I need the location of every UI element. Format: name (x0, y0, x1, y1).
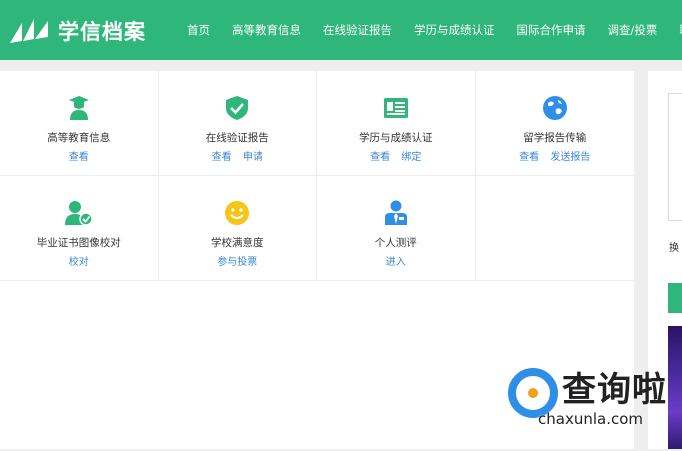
service-title: 高等教育信息 (47, 132, 111, 144)
service-title: 在线验证报告 (205, 132, 269, 144)
service-certification[interactable]: 学历与成绩认证 查看 绑定 (317, 71, 476, 176)
bind-link[interactable]: 绑定 (401, 152, 421, 163)
nav-career[interactable]: 职业 (668, 22, 682, 38)
proofread-link[interactable]: 校对 (69, 257, 89, 268)
nav-certification[interactable]: 学历与成绩认证 (403, 22, 506, 38)
nav-international[interactable]: 国际合作申请 (506, 22, 597, 38)
service-higher-education[interactable]: 高等教育信息 查看 (0, 71, 159, 176)
service-title: 个人测评 (374, 237, 417, 249)
side-green-button[interactable] (668, 283, 682, 313)
side-text[interactable]: 换 (669, 239, 679, 254)
apply-link[interactable]: 申请 (243, 152, 263, 163)
view-link[interactable]: 查看 (370, 152, 390, 163)
side-frame (668, 93, 682, 221)
watermark-title: 查询啦 (562, 370, 667, 410)
grid-row: 毕业证书图像校对 校对 学校满意度 参与投票 个人测评 进入 (0, 176, 634, 281)
watermark: 查询啦 chaxunla.com (508, 362, 682, 432)
enter-link[interactable]: 进入 (386, 257, 406, 268)
main-nav: 首页 高等教育信息 在线验证报告 学历与成绩认证 国际合作申请 调查/投票 职业 (176, 0, 682, 60)
logo[interactable]: 学信档案 (8, 16, 146, 46)
logo-book-icon (10, 19, 48, 43)
shield-check-icon (222, 93, 252, 123)
service-personal-assessment[interactable]: 个人测评 进入 (317, 176, 476, 281)
smiley-icon (222, 198, 252, 228)
service-diploma-image-check[interactable]: 毕业证书图像校对 校对 (0, 176, 159, 281)
graduate-icon (64, 93, 94, 123)
service-online-verification[interactable]: 在线验证报告 查看 申请 (159, 71, 317, 176)
nav-survey[interactable]: 调查/投票 (597, 22, 669, 38)
grid-row: 高等教育信息 查看 在线验证报告 查看 申请 学历与成绩认证 查看 绑定 留学报… (0, 71, 634, 176)
view-link[interactable]: 查看 (69, 152, 89, 163)
send-report-link[interactable]: 发送报告 (550, 152, 590, 163)
service-title: 学校满意度 (211, 237, 264, 249)
user-check-icon (64, 198, 94, 228)
top-header: 学信档案 首页 高等教育信息 在线验证报告 学历与成绩认证 国际合作申请 调查/… (0, 0, 682, 60)
globe-icon (540, 93, 570, 123)
service-study-abroad-report[interactable]: 留学报告传输 查看 发送报告 (476, 71, 635, 176)
nav-higher-education[interactable]: 高等教育信息 (221, 22, 312, 38)
logo-text: 学信档案 (58, 20, 146, 44)
certificate-icon (381, 93, 411, 123)
vote-link[interactable]: 参与投票 (217, 257, 257, 268)
nav-home[interactable]: 首页 (176, 22, 221, 38)
service-school-satisfaction[interactable]: 学校满意度 参与投票 (159, 176, 317, 281)
service-title: 学历与成绩认证 (359, 132, 433, 144)
service-title: 毕业证书图像校对 (36, 237, 121, 249)
watermark-url: chaxunla.com (538, 410, 643, 428)
view-link[interactable]: 查看 (519, 152, 539, 163)
view-link[interactable]: 查看 (212, 152, 232, 163)
nav-online-verification[interactable]: 在线验证报告 (312, 22, 403, 38)
person-tie-icon (381, 198, 411, 228)
services-grid: 高等教育信息 查看 在线验证报告 查看 申请 学历与成绩认证 查看 绑定 留学报… (0, 71, 634, 281)
service-title: 留学报告传输 (523, 132, 587, 144)
empty-cell (476, 176, 635, 281)
